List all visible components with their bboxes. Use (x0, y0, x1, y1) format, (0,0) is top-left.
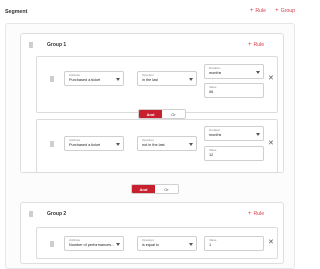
value-input[interactable]: Value 12 (204, 146, 264, 161)
group-2: Group 2 + Rule Attribute Number of perfo… (20, 202, 284, 264)
value-field-label: Value (209, 85, 217, 89)
chevron-down-icon (189, 243, 193, 246)
chevron-down-icon (189, 143, 193, 146)
plus-icon: + (248, 41, 252, 48)
value-value: 06 (209, 90, 214, 94)
operator-field-label: Operator (142, 138, 154, 142)
chevron-down-icon (116, 243, 120, 246)
operator-value: in the last (142, 78, 159, 82)
add-rule-button[interactable]: + Rule (249, 7, 267, 15)
duration-field-label: Duration (209, 128, 221, 132)
group-add-rule-label: Rule (253, 211, 265, 217)
value-value: 1 (209, 243, 212, 247)
group-add-rule-button[interactable]: + Rule (248, 41, 265, 49)
attribute-select[interactable]: Attribute Purchased a ticket (64, 71, 124, 86)
attribute-value: Purchased a ticket (69, 78, 101, 82)
attribute-select[interactable]: Attribute Number of performances... (64, 236, 124, 251)
operator-select[interactable]: Operator in the last (137, 71, 197, 86)
value-field-label: Value (209, 148, 217, 152)
plus-icon: + (248, 210, 252, 217)
add-group-label: Group (280, 8, 295, 14)
rule-row: Attribute Purchased a ticket Operator in… (36, 56, 278, 113)
value-input[interactable]: Value 06 (204, 83, 264, 98)
operator-field-label: Operator (142, 73, 154, 77)
value-input[interactable]: Value 1 (204, 236, 264, 251)
operator-field-label: Operator (142, 238, 154, 242)
top-actions: + Rule + Group (249, 7, 295, 15)
group-add-rule-button[interactable]: + Rule (248, 210, 265, 218)
operator-value: is equal to (142, 243, 160, 247)
close-icon[interactable]: ✕ (268, 239, 274, 246)
segment-title: Segment (5, 9, 28, 15)
attribute-value: Purchased a ticket (69, 143, 101, 147)
drag-handle-icon[interactable] (50, 241, 54, 247)
plus-icon: + (275, 7, 279, 14)
chevron-down-icon (256, 133, 260, 136)
attribute-field-label: Attribute (69, 238, 81, 242)
or-option[interactable]: Or (155, 185, 178, 193)
or-option[interactable]: Or (162, 110, 185, 118)
drag-handle-icon[interactable] (50, 141, 54, 147)
group-and-or-toggle: And Or (131, 184, 179, 194)
duration-field-label: Duration (209, 66, 221, 70)
add-group-button[interactable]: + Group (275, 7, 295, 15)
operator-select[interactable]: Operator is equal to (137, 236, 197, 251)
drag-handle-icon[interactable] (29, 211, 33, 217)
add-rule-label: Rule (255, 8, 267, 14)
duration-value: months (209, 133, 222, 137)
rule-row: Attribute Purchased a ticket Operator no… (36, 119, 278, 173)
chevron-down-icon (189, 78, 193, 81)
rule-row: Attribute Number of performances... Oper… (36, 227, 278, 259)
group-title: Group 1 (47, 42, 67, 48)
value-field-label: Value (209, 238, 217, 242)
value-value: 12 (209, 153, 214, 157)
group-1: Group 1 + Rule Attribute Purchased a tic… (20, 33, 284, 173)
group-title: Group 2 (47, 211, 67, 217)
duration-value: months (209, 71, 222, 75)
and-or-toggle: And Or (138, 109, 186, 119)
drag-handle-icon[interactable] (50, 76, 54, 82)
attribute-field-label: Attribute (69, 138, 81, 142)
chevron-down-icon (116, 143, 120, 146)
attribute-select[interactable]: Attribute Purchased a ticket (64, 136, 124, 151)
close-icon[interactable]: ✕ (268, 140, 274, 147)
attribute-field-label: Attribute (69, 73, 81, 77)
operator-select[interactable]: Operator not in the last (137, 136, 197, 151)
group-add-rule-label: Rule (253, 42, 265, 48)
chevron-down-icon (116, 78, 120, 81)
plus-icon: + (249, 7, 254, 14)
duration-select[interactable]: Duration months (204, 126, 264, 141)
chevron-down-icon (256, 71, 260, 74)
and-option[interactable]: And (139, 110, 162, 118)
operator-value: not in the last (142, 143, 165, 147)
attribute-value: Number of performances... (69, 243, 115, 247)
drag-handle-icon[interactable] (29, 42, 33, 48)
close-icon[interactable]: ✕ (268, 75, 274, 82)
duration-select[interactable]: Duration months (204, 64, 264, 79)
and-option[interactable]: And (132, 185, 155, 193)
